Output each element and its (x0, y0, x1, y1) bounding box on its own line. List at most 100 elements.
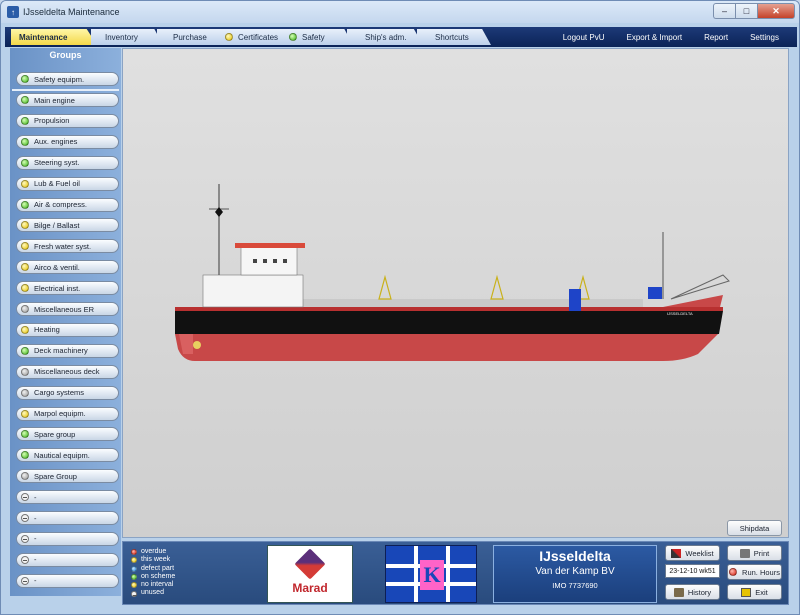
group-button[interactable]: Propulsion (16, 113, 119, 128)
ship-view: IJSSELDELTA Shipdata (122, 48, 789, 538)
status-icon (21, 242, 29, 251)
bridge-window (273, 259, 277, 263)
group-button[interactable]: Miscellaneous deck (16, 364, 119, 379)
unused-icon (131, 590, 137, 597)
group-button[interactable]: Nautical equipm. (16, 448, 119, 463)
group-button[interactable]: Safety equipm. (16, 72, 119, 86)
shipdata-label: Shipdata (739, 523, 770, 533)
group-button[interactable]: - (16, 490, 119, 505)
hull-band (175, 311, 723, 334)
unused-icon (21, 555, 29, 564)
overdue-icon (131, 549, 137, 556)
group-button[interactable]: Electrical inst. (16, 281, 119, 296)
group-button[interactable]: Marpol equipm. (16, 406, 119, 421)
cargo-deck (303, 299, 643, 307)
status-icon (289, 33, 297, 41)
shipdata-button[interactable]: Shipdata (727, 520, 782, 536)
status-icon (21, 430, 29, 439)
group-label: Miscellaneous ER (34, 304, 95, 314)
ship-info: IJsseldelta Van der Kamp BV IMO 7737690 (493, 545, 657, 603)
no-interval-icon (131, 582, 137, 589)
hull-bottom (175, 334, 718, 361)
tab-inventory[interactable]: Inventory (91, 29, 163, 45)
print-button[interactable]: Print (727, 545, 782, 561)
group-button[interactable]: Cargo systems (16, 385, 119, 400)
tab-shortcuts[interactable]: Shortcuts (417, 29, 491, 45)
maximize-button[interactable]: □ (735, 3, 757, 19)
status-icon (21, 472, 29, 481)
week-display: 23-12-10 wk51 (665, 564, 720, 578)
group-button[interactable]: - (16, 552, 119, 567)
crane (490, 274, 504, 300)
group-button[interactable]: Aux. engines (16, 134, 119, 149)
marad-logo: Marad (267, 545, 353, 603)
history-button[interactable]: History (665, 584, 720, 600)
legend-row: unused (131, 589, 175, 597)
on-scheme-icon (131, 574, 137, 581)
unused-icon (21, 493, 29, 502)
group-label: Main engine (34, 95, 75, 105)
group-button[interactable]: Deck machinery (16, 343, 119, 358)
sidebar-divider (12, 89, 119, 91)
minimize-button[interactable]: – (713, 3, 735, 19)
group-label: - (34, 576, 37, 586)
group-button[interactable]: Steering syst. (16, 155, 119, 170)
status-icon (21, 263, 29, 272)
group-button[interactable]: Air & compress. (16, 197, 119, 212)
groups-title: Groups (49, 50, 82, 60)
exit-button[interactable]: Exit (727, 584, 782, 600)
status-icon (21, 179, 29, 188)
tab-ships-adm[interactable]: Ship's adm. (347, 29, 423, 45)
group-label: Air & compress. (34, 200, 87, 209)
tab-safety[interactable]: Safety (281, 29, 353, 45)
company-flag: K (385, 545, 477, 603)
group-button[interactable]: - (16, 573, 119, 588)
group-button[interactable]: Main engine (16, 93, 119, 107)
tab-maintenance[interactable]: Maintenance (11, 29, 97, 45)
group-button[interactable]: Bilge / Ballast (16, 218, 119, 233)
exit-icon (741, 587, 752, 597)
bridge-window (283, 259, 287, 263)
run-hours-button[interactable]: Run. Hours (727, 564, 782, 580)
print-label: Print (753, 548, 770, 558)
hull-name-label: IJSSELDELTA (667, 311, 693, 316)
app-window: ↑ IJsseldelta Maintenance – □ ✕ Maintena… (0, 0, 800, 615)
group-label: Marpol equipm. (34, 409, 86, 418)
group-button[interactable]: Fresh water syst. (16, 239, 119, 254)
group-button[interactable]: Spare Group (16, 469, 119, 484)
flag-stripe (446, 546, 450, 602)
status-icon (225, 33, 233, 41)
status-bar (1, 607, 799, 614)
group-label: Bilge / Ballast (34, 220, 80, 230)
bridge-window (263, 259, 267, 263)
weeklist-button[interactable]: Weeklist (665, 545, 720, 561)
tab-bar: Maintenance Inventory Purchase Certifica… (5, 27, 797, 47)
tab-label: Maintenance (19, 32, 68, 42)
status-icon (21, 367, 29, 376)
propeller (193, 341, 201, 349)
group-button[interactable]: Heating (16, 322, 119, 337)
status-legend: overdue this week defect part on scheme … (131, 548, 175, 598)
group-label: Airco & ventil. (34, 262, 80, 272)
tab-label: Certificates (238, 32, 279, 42)
this-week-icon (131, 557, 137, 564)
report-link[interactable]: Report (704, 33, 728, 42)
group-button[interactable]: Miscellaneous ER (16, 302, 119, 316)
group-button[interactable]: - (16, 511, 119, 525)
export-import-link[interactable]: Export & Import (627, 33, 683, 42)
tab-label: Shortcuts (435, 32, 469, 42)
legend-row: this week (131, 556, 175, 564)
group-label: Propulsion (34, 116, 70, 126)
close-button[interactable]: ✕ (757, 3, 795, 19)
legend-label: unused (141, 589, 164, 597)
group-button[interactable]: Spare group (16, 427, 119, 442)
group-label: Safety equipm. (34, 74, 85, 84)
group-button[interactable]: Lub & Fuel oil (16, 176, 119, 191)
group-button[interactable]: Airco & ventil. (16, 260, 119, 275)
logout-link[interactable]: Logout PvU (563, 33, 605, 42)
group-label: Deck machinery (34, 346, 88, 356)
group-button[interactable]: - (16, 531, 119, 546)
group-label: - (34, 555, 37, 565)
unused-icon (21, 576, 29, 585)
settings-link[interactable]: Settings (750, 33, 779, 42)
